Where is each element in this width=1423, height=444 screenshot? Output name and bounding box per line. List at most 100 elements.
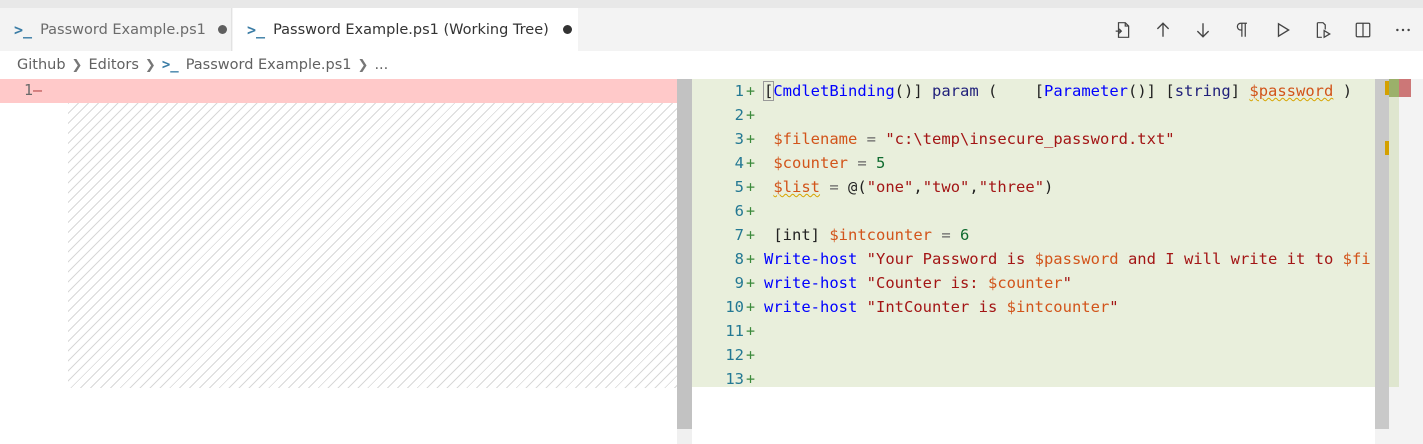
code-line[interactable]: [int] $intcounter = 6 <box>764 223 969 247</box>
editor-actions <box>1103 8 1423 51</box>
code-token: ()] [ <box>1128 82 1175 100</box>
code-token: ) <box>1333 82 1353 100</box>
code-token: "c:\temp\insecure_password.txt" <box>885 130 1175 148</box>
inserted-line-marker: + <box>746 274 756 292</box>
overview-ruler <box>1389 79 1399 387</box>
line-number: 11 <box>725 322 744 340</box>
chevron-right-icon: ❯ <box>357 57 369 73</box>
inserted-line-marker: + <box>746 250 756 268</box>
code-token: [ <box>762 81 775 101</box>
code-token: $counter <box>773 154 848 172</box>
code-token: @( <box>848 178 867 196</box>
code-token: $intcounter <box>829 226 932 244</box>
inserted-line-marker: + <box>746 178 756 196</box>
code-token: $counter <box>987 274 1063 292</box>
run-selection-icon[interactable] <box>1303 15 1343 45</box>
tab-password-example-working-tree[interactable]: >_ Password Example.ps1 (Working Tree) <box>233 8 578 51</box>
original-editor[interactable]: 1— <box>0 79 677 444</box>
code-line[interactable]: $list = @("one","two","three") <box>764 175 1053 199</box>
code-token: string <box>1174 82 1231 100</box>
title-strip <box>0 0 1423 8</box>
code-token: CmdletBinding <box>773 82 895 100</box>
code-token: $password <box>1034 250 1119 268</box>
breadcrumb: Github ❯ Editors ❯ >_ Password Example.p… <box>0 51 1423 79</box>
code-line[interactable]: [CmdletBinding()] param ( [Parameter()] … <box>762 79 1353 103</box>
deleted-line <box>0 79 677 103</box>
inserted-line-marker: + <box>746 202 756 220</box>
code-token: Write-host <box>764 250 858 268</box>
modified-editor-scrollbar[interactable] <box>1375 79 1423 444</box>
scrollbar-thumb[interactable] <box>1375 79 1389 429</box>
delete-marker <box>1399 79 1411 97</box>
breadcrumb-item-editors[interactable]: Editors <box>88 57 138 73</box>
open-file-icon[interactable] <box>1103 15 1143 45</box>
more-actions-icon[interactable] <box>1383 15 1423 45</box>
code-token: ()] <box>894 82 932 100</box>
code-token: ] <box>1230 82 1250 100</box>
code-token: $intcounter <box>1006 298 1110 316</box>
inserted-line-marker: + <box>746 226 756 244</box>
line-number: 6 <box>734 202 744 220</box>
inserted-line-marker: + <box>746 370 756 388</box>
next-change-icon[interactable] <box>1183 15 1223 45</box>
code-token: , <box>913 178 923 196</box>
code-token: [int] <box>764 226 830 244</box>
inserted-line-marker: + <box>746 82 756 100</box>
breadcrumb-item-file[interactable]: Password Example.ps1 <box>186 57 352 73</box>
line-number: 9 <box>734 274 744 292</box>
breadcrumb-item-github[interactable]: Github <box>17 57 66 73</box>
split-editor-icon[interactable] <box>1343 15 1383 45</box>
inserted-line-marker: + <box>746 154 756 172</box>
code-token: $password <box>1249 82 1334 100</box>
code-token: "two" <box>922 178 970 196</box>
code-line[interactable]: write-host "IntCounter is $intcounter" <box>764 295 1119 319</box>
modified-editor[interactable]: 1 +2 +3 +4 +5 +6 +7 +8 +9 +10 +11 +12 +13 + [CmdletBi… <box>692 79 1375 444</box>
tab-label: Password Example.ps1 <box>40 21 206 38</box>
code-token: Parameter <box>1044 82 1129 100</box>
tab-label: Password Example.ps1 (Working Tree) <box>273 21 549 38</box>
code-token: write-host <box>764 274 858 292</box>
inserted-line-marker: + <box>746 322 756 340</box>
code-token: = <box>820 178 849 196</box>
code-token: " <box>1062 274 1072 292</box>
original-editor-scrollbar[interactable] <box>677 79 692 444</box>
previous-change-icon[interactable] <box>1143 15 1183 45</box>
scrollbar-thumb[interactable] <box>677 79 692 429</box>
unsaved-dot-icon[interactable] <box>217 25 227 34</box>
whitespace-toggle-icon[interactable] <box>1223 15 1263 45</box>
code-token: "IntCounter is <box>857 298 1007 316</box>
chevron-right-icon: ❯ <box>144 57 156 73</box>
code-token: param <box>932 82 979 100</box>
line-number: 4 <box>734 154 744 172</box>
code-line[interactable]: $filename = "c:\temp\insecure_password.t… <box>764 127 1175 151</box>
tab-password-example[interactable]: >_ Password Example.ps1 <box>0 8 232 51</box>
code-line[interactable]: write-host "Counter is: $counter" <box>764 271 1072 295</box>
powershell-icon: >_ <box>161 57 179 73</box>
code-token: $list <box>773 178 821 196</box>
code-token: [ <box>1034 82 1045 100</box>
inserted-line-marker: + <box>746 130 756 148</box>
powershell-icon: >_ <box>247 20 266 39</box>
code-token: write-host <box>764 298 858 316</box>
code-token: , <box>969 178 979 196</box>
line-number: 3 <box>734 130 744 148</box>
code-token: = <box>857 130 886 148</box>
line-number: 10 <box>725 298 744 316</box>
code-token: = <box>848 154 876 172</box>
line-number: 13 <box>725 370 744 388</box>
line-number: 2 <box>734 106 744 124</box>
inserted-line-marker: + <box>746 346 756 364</box>
line-number: 1— <box>24 81 43 99</box>
unsaved-dot-icon[interactable] <box>562 25 572 34</box>
breadcrumb-item-symbols[interactable]: ... <box>374 57 388 73</box>
line-number: 1 <box>734 82 744 100</box>
code-line[interactable]: $counter = 5 <box>764 151 885 175</box>
code-token: ( <box>978 82 1035 100</box>
run-icon[interactable] <box>1263 15 1303 45</box>
code-token: $filename <box>773 130 858 148</box>
code-token: "three" <box>978 178 1045 196</box>
code-token: $fi <box>1342 250 1371 268</box>
code-line[interactable]: Write-host "Your Password is $password a… <box>764 247 1371 271</box>
